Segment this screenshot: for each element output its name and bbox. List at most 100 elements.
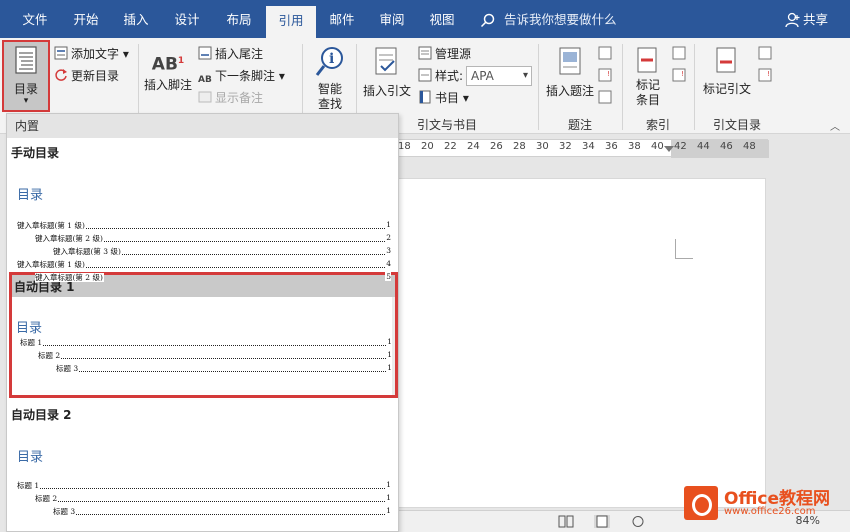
manage-sources-button[interactable]: 管理源 — [418, 44, 471, 64]
toc-entry-text: 标题 2 — [35, 494, 59, 503]
bibliography-label: 书目 — [435, 91, 460, 105]
tab-layout[interactable]: 布局 — [214, 0, 264, 38]
ribbon-tab-bar: 文件 开始 插入 设计 布局 引用 邮件 审阅 视图 告诉我你想要做什么 共享 — [0, 0, 850, 38]
ruler-number: 38 — [628, 141, 641, 152]
endnote-icon — [198, 46, 212, 60]
style-label-row: 样式: — [418, 66, 463, 86]
tab-design[interactable]: 设计 — [162, 0, 212, 38]
next-footnote-button[interactable]: AB 下一条脚注 ▾ — [198, 66, 285, 86]
mark-entry-icon — [637, 47, 657, 73]
table-of-figures-icon — [598, 46, 612, 60]
read-mode-icon[interactable] — [558, 515, 574, 528]
tell-me-search[interactable]: 告诉我你想要做什么 — [478, 0, 617, 38]
document-page[interactable] — [398, 178, 766, 508]
style-icon — [418, 68, 432, 82]
search-icon — [480, 13, 495, 28]
update-table-button[interactable]: ! — [598, 66, 615, 86]
svg-text:!: ! — [607, 70, 610, 78]
insert-footnote-button[interactable]: AB1 插入脚注 — [142, 48, 194, 93]
web-layout-icon[interactable] — [630, 515, 646, 528]
smart-lookup-button[interactable]: i 智能 查找 — [308, 46, 352, 112]
insert-table-of-figures-button[interactable] — [598, 44, 615, 64]
toc-leader-dots — [56, 371, 386, 372]
collapse-ribbon-icon[interactable]: ︿ — [830, 118, 840, 133]
gallery-item-auto-toc-1[interactable]: 自动目录 1 目录 标题 1 1 标题 2 1 标题 31 — [9, 272, 398, 398]
refresh-icon — [54, 68, 68, 82]
toc-leader-dots — [20, 345, 386, 346]
update-toc-button[interactable]: 更新目录 — [54, 66, 119, 86]
tab-references[interactable]: 引用 — [266, 6, 316, 38]
update-toa-icon: ! — [758, 68, 772, 82]
smart-lookup-label-2: 查找 — [317, 97, 342, 111]
manual-toc-title: 手动目录 — [11, 146, 60, 160]
auto-toc-2-title: 自动目录 2 — [11, 408, 72, 422]
ruler-number: 20 — [421, 141, 434, 152]
toc-entry-text: 键入章标题(第 3 级) — [53, 247, 122, 256]
toc-entry-page: 1 — [386, 363, 392, 372]
next-footnote-label: 下一条脚注 — [215, 69, 276, 83]
toc-button-label: 目录 — [13, 82, 38, 96]
style-select[interactable]: APA — [466, 66, 532, 86]
auto-toc-1-heading: 目录 — [16, 321, 43, 336]
ruler-number: 24 — [467, 141, 480, 152]
insert-endnote-button[interactable]: 插入尾注 — [198, 44, 263, 64]
mark-entry-button[interactable]: 标记 条目 — [626, 46, 670, 108]
gallery-header-builtin: 内置 — [7, 114, 398, 138]
ruler-number: 22 — [444, 141, 457, 152]
toc-entry: 标题 2 1 — [38, 350, 392, 361]
add-text-button[interactable]: 添加文字 ▾ — [54, 44, 129, 64]
toc-entry-text: 键入章标题(第 2 级) — [35, 273, 104, 282]
insert-caption-button[interactable]: 插入题注 — [542, 46, 598, 99]
ruler-number: 32 — [559, 141, 572, 152]
mark-citation-button[interactable]: 标记引文 — [698, 46, 756, 97]
insert-index-icon — [672, 46, 686, 60]
margin-corner-mark — [675, 239, 693, 259]
print-layout-icon[interactable] — [594, 515, 610, 528]
toc-entry-page: 1 — [385, 220, 391, 229]
update-index-button[interactable]: ! — [672, 66, 689, 86]
toc-entry: 标题 2 1 — [35, 493, 391, 504]
ruler-number: 42 — [674, 141, 687, 152]
cross-reference-button[interactable] — [598, 88, 615, 108]
toc-entry-page: 1 — [386, 337, 392, 346]
indent-marker[interactable] — [664, 146, 674, 152]
tab-mailings[interactable]: 邮件 — [318, 0, 366, 38]
group-label-captions: 题注 — [567, 118, 592, 132]
toc-entry-text: 键入章标题(第 1 级) — [17, 221, 86, 230]
tab-review[interactable]: 审阅 — [368, 0, 416, 38]
toc-gallery-dropdown: 内置 手动目录 目录 键入章标题(第 1 级) 1 键入章标题(第 2 级) 2 键入章… — [6, 113, 399, 532]
insert-citation-button[interactable]: 插入引文 — [360, 46, 414, 99]
toc-entry-page: 5 — [385, 272, 391, 281]
gallery-item-auto-toc-2[interactable]: 自动目录 2 目录 标题 1 1 标题 2 1 标题 3 1 — [7, 400, 398, 531]
ruler-number: 34 — [582, 141, 595, 152]
toc-leader-dots — [53, 514, 385, 515]
toc-entry-text: 标题 3 — [53, 507, 77, 516]
toc-entry: 键入章标题(第 3 级) 3 — [53, 246, 391, 257]
mark-entry-label-1: 标记 — [635, 78, 660, 92]
toc-entry: 键入章标题(第 1 级) 4 — [17, 259, 391, 270]
insert-citation-icon — [375, 47, 397, 75]
toc-button[interactable]: 目录 ▾ — [2, 40, 50, 112]
manage-sources-icon — [418, 46, 432, 60]
tab-home[interactable]: 开始 — [62, 0, 110, 38]
gallery-item-manual-toc[interactable]: 手动目录 目录 键入章标题(第 1 级) 1 键入章标题(第 2 级) 2 键入章标题(… — [7, 138, 398, 282]
share-button[interactable]: 共享 — [785, 0, 828, 38]
ruler-number: 26 — [490, 141, 503, 152]
update-index-icon: ! — [672, 68, 686, 82]
ruler-number: 36 — [605, 141, 618, 152]
insert-citation-label: 插入引文 — [362, 84, 411, 98]
tab-view[interactable]: 视图 — [418, 0, 466, 38]
office-logo-watermark: Office教程网 www.office26.com — [684, 482, 844, 524]
insert-index-button[interactable] — [672, 44, 689, 64]
next-footnote-icon: AB — [198, 75, 212, 85]
tab-insert[interactable]: 插入 — [112, 0, 160, 38]
update-toa-button[interactable]: ! — [758, 66, 775, 86]
tab-file[interactable]: 文件 — [10, 0, 60, 38]
insert-toa-button[interactable] — [758, 44, 775, 64]
bibliography-button[interactable]: 书目 ▾ — [418, 88, 469, 108]
chevron-down-icon: ▾ — [23, 96, 29, 106]
mark-citation-icon — [716, 47, 736, 73]
show-notes-button: 显示备注 — [198, 88, 263, 108]
ruler-number: 48 — [743, 141, 756, 152]
insert-caption-icon — [559, 47, 581, 75]
